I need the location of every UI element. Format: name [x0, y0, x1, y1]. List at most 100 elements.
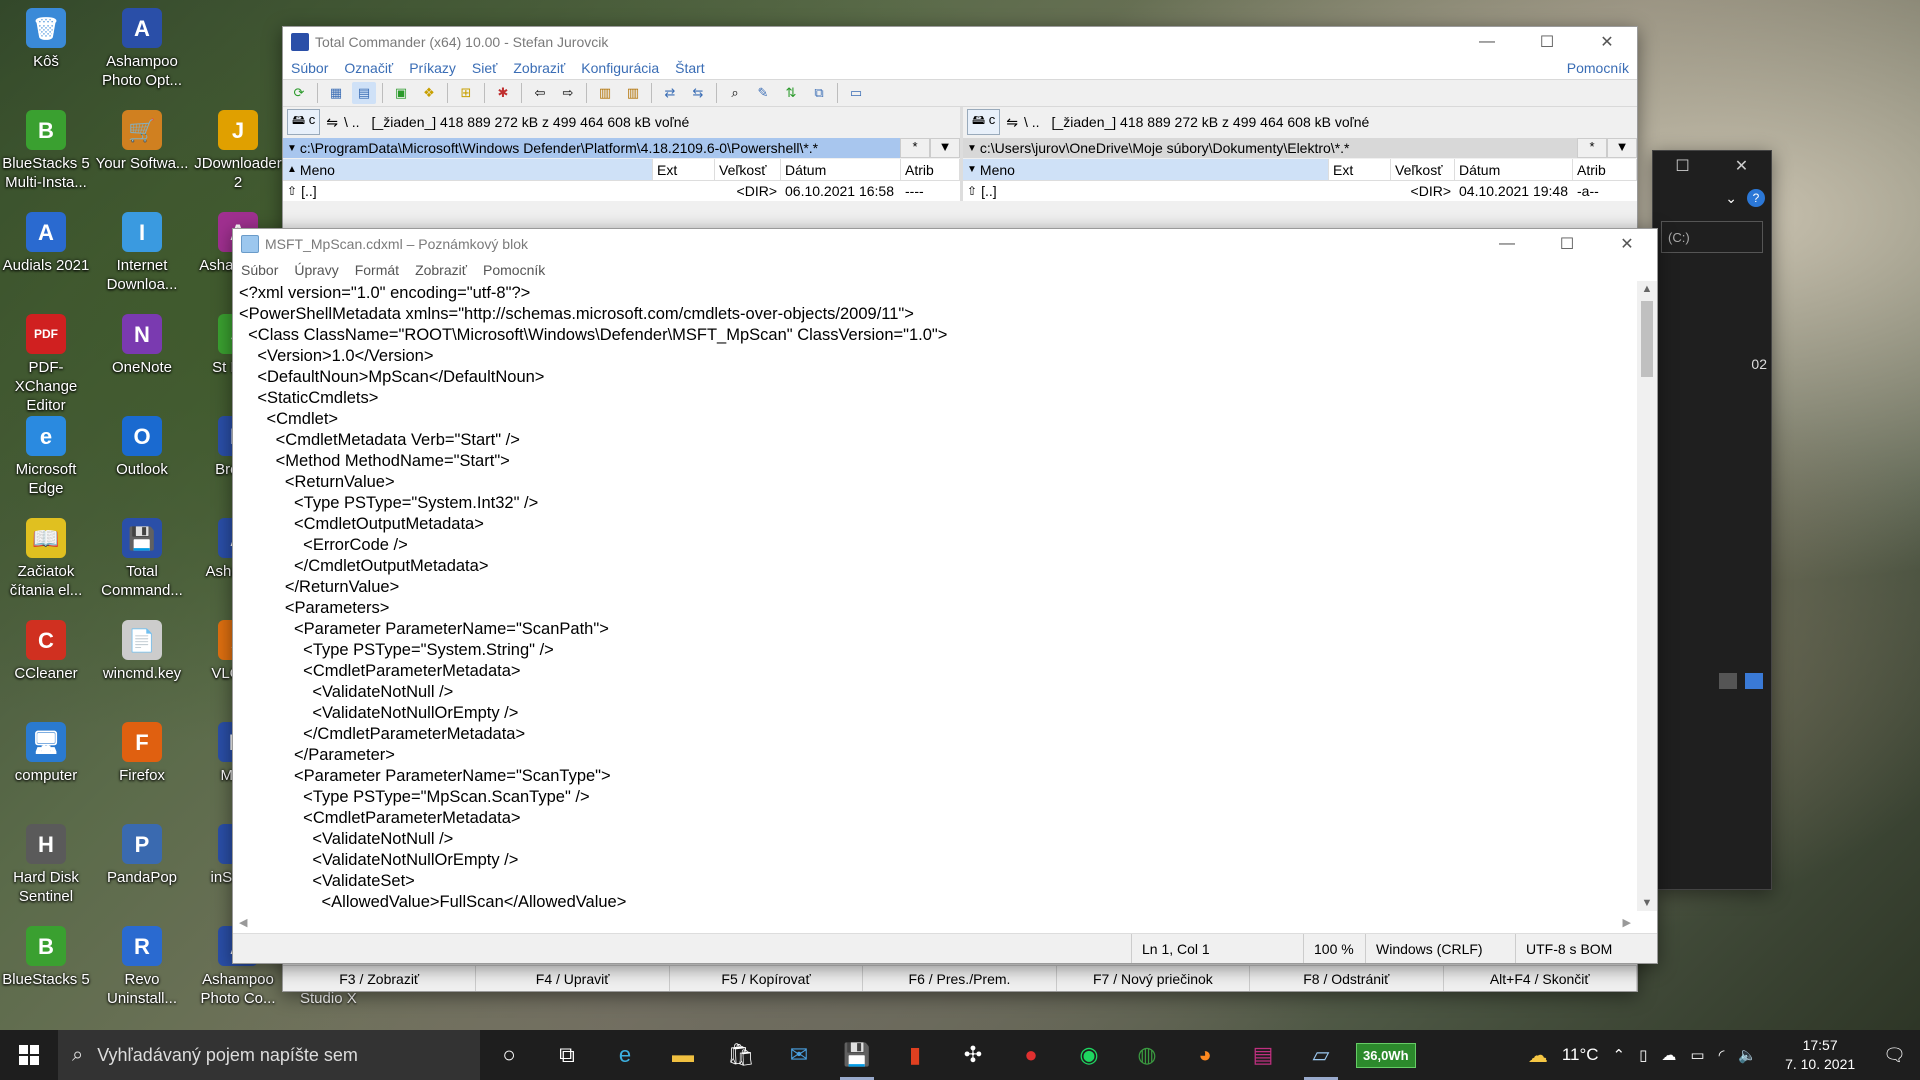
onedrive-icon[interactable]: ☁ [1654, 1046, 1683, 1064]
wifi-icon[interactable]: ◜ [1712, 1046, 1732, 1064]
pack-icon[interactable]: ▥ [593, 82, 617, 104]
right-root[interactable]: \ .. [1024, 114, 1040, 130]
desktop-icon[interactable]: 🛒 Your Softwa... [94, 110, 190, 173]
brief-view-icon[interactable]: ▦ [324, 82, 348, 104]
scroll-up-icon[interactable]: ▲ [1637, 283, 1657, 295]
editor-text[interactable]: <?xml version="1.0" encoding="utf-8"?> <P… [239, 283, 1635, 911]
notification-icon[interactable]: 🗨 [1876, 1045, 1920, 1066]
file-explorer-icon[interactable]: ▬ [654, 1030, 712, 1080]
winrar-icon[interactable]: ▤ [1234, 1030, 1292, 1080]
forward-icon[interactable]: ⇨ [556, 82, 580, 104]
tc-menu-item[interactable]: Označiť [336, 60, 401, 76]
maximize-icon[interactable]: ☐ [1537, 229, 1597, 259]
function-key-button[interactable]: Alt+F4 / Skončiť [1444, 966, 1637, 991]
function-key-button[interactable]: F7 / Nový priečinok [1057, 966, 1251, 991]
right-panel[interactable]: 🖴 c ⇋ \ .. [_žiaden_] 418 889 272 kB z 4… [960, 107, 1637, 201]
volume-icon[interactable]: 🔈 [1731, 1046, 1764, 1064]
notepad-menu-item[interactable]: Zobraziť [407, 262, 475, 278]
chevron-down-icon[interactable]: ▼ [287, 143, 297, 154]
col-date[interactable]: Dátum [781, 159, 901, 180]
notepad-menu-item[interactable]: Úpravy [286, 262, 346, 278]
left-drive-button[interactable]: 🖴 c [287, 109, 321, 135]
horizontal-scrollbar[interactable]: ◀ ▶ [233, 911, 1637, 933]
firefox-icon[interactable]: ◕ [1176, 1030, 1234, 1080]
notepad-icon[interactable]: ▭ [844, 82, 868, 104]
refresh-icon[interactable]: ⟳ [287, 82, 311, 104]
right-filter-button[interactable]: * [1577, 138, 1607, 158]
right-drive-button[interactable]: 🖴 c [967, 109, 1001, 135]
desktop-icon[interactable]: A Ashampoo Photo Opt... [94, 8, 190, 90]
notepad-editor[interactable]: <?xml version="1.0" encoding="utf-8"?> <P… [233, 281, 1657, 911]
thumbnail-icon[interactable]: ▣ [389, 82, 413, 104]
left-filter-button[interactable]: * [900, 138, 930, 158]
desktop-icon[interactable]: 📄 wincmd.key [94, 620, 190, 683]
scroll-left-icon[interactable]: ◀ [239, 916, 247, 929]
search-icon[interactable]: ⌕ [723, 82, 747, 104]
tc-menu-item[interactable]: Štart [667, 60, 713, 76]
details-view-icon[interactable] [1719, 673, 1737, 689]
chevron-up-icon[interactable]: ⌃ [1606, 1046, 1633, 1064]
desktop-icon[interactable]: H Hard Disk Sentinel [0, 824, 94, 906]
back-icon[interactable]: ⇦ [528, 82, 552, 104]
unpack-icon[interactable]: ▥ [621, 82, 645, 104]
notepad-titlebar[interactable]: MSFT_MpScan.cdxml – Poznámkový blok — ☐ … [233, 229, 1657, 259]
spotify-icon[interactable]: ◉ [1060, 1030, 1118, 1080]
tree-icon[interactable]: ❖ [417, 82, 441, 104]
desktop-icon[interactable]: A Audials 2021 [0, 212, 94, 275]
col-attr[interactable]: Atrib [1573, 159, 1637, 180]
maximize-icon[interactable]: ☐ [1653, 156, 1712, 176]
col-size[interactable]: Veľkosť [715, 159, 781, 180]
close-icon[interactable]: ✕ [1712, 156, 1771, 176]
mail-icon[interactable]: ✉ [770, 1030, 828, 1080]
desktop-icon[interactable]: PDF PDF-XChange Editor [0, 314, 94, 415]
compare-icon[interactable]: ⧉ [807, 82, 831, 104]
weather-icon[interactable]: ☁ [1521, 1043, 1555, 1068]
left-panel[interactable]: 🖴 c ⇋ \ .. [_žiaden_] 418 889 272 kB z 4… [283, 107, 960, 201]
desktop-icon[interactable]: F Firefox [94, 722, 190, 785]
function-key-button[interactable]: F8 / Odstrániť [1250, 966, 1444, 991]
function-key-button[interactable]: F4 / Upraviť [476, 966, 670, 991]
scroll-down-icon[interactable]: ▼ [1637, 897, 1657, 909]
minimize-icon[interactable]: — [1457, 27, 1517, 57]
desktop-icon[interactable]: J JDownloader 2 [190, 110, 286, 192]
desktop-icon[interactable]: R Revo Uninstall... [94, 926, 190, 1008]
col-name[interactable]: ▲ Meno [283, 159, 653, 180]
desktop-icon[interactable]: 🗑 Kôš [0, 8, 94, 71]
menu-help[interactable]: Pomocník [1559, 60, 1637, 76]
left-path[interactable]: ▼ c:\ProgramData\Microsoft\Windows Defen… [283, 138, 900, 158]
desktop-icon[interactable]: e Microsoft Edge [0, 416, 94, 498]
function-key-button[interactable]: F3 / Zobraziť [283, 966, 477, 991]
scroll-right-icon[interactable]: ▶ [1623, 916, 1631, 929]
desktop-icon[interactable]: C CCleaner [0, 620, 94, 683]
notepad-window[interactable]: MSFT_MpScan.cdxml – Poznámkový blok — ☐ … [232, 228, 1658, 964]
office-icon[interactable]: ▮ [886, 1030, 944, 1080]
ftp-icon[interactable]: ⇄ [658, 82, 682, 104]
battery-widget[interactable]: 36,0Wh [1356, 1042, 1416, 1068]
desktop-icon[interactable]: O Outlook [94, 416, 190, 479]
weather-temp[interactable]: 11°C [1555, 1045, 1606, 1065]
cortana-icon[interactable]: ○ [480, 1030, 538, 1080]
app-colorful-icon[interactable]: ✣ [944, 1030, 1002, 1080]
col-date[interactable]: Dátum [1455, 159, 1573, 180]
col-name[interactable]: ▼ Meno [963, 159, 1329, 180]
maximize-icon[interactable]: ☐ [1517, 27, 1577, 57]
close-icon[interactable]: ✕ [1597, 229, 1657, 259]
desktop-icon[interactable]: B BlueStacks 5 Multi-Insta... [0, 110, 94, 192]
tc-menu-item[interactable]: Konfigurácia [573, 60, 667, 76]
battery-icon[interactable]: ▭ [1683, 1046, 1711, 1064]
col-size[interactable]: Veľkosť [1391, 159, 1455, 180]
function-key-button[interactable]: F6 / Pres./Prem. [863, 966, 1057, 991]
desktop-icon[interactable]: I Internet Downloa... [94, 212, 190, 294]
sync-icon[interactable]: ⇅ [779, 82, 803, 104]
tc-titlebar[interactable]: Total Commander (x64) 10.00 - Stefan Jur… [283, 27, 1637, 57]
scroll-thumb[interactable] [1641, 301, 1653, 377]
desktop-icon[interactable]: N OneNote [94, 314, 190, 377]
tc-menu-item[interactable]: Súbor [283, 60, 336, 76]
ftp-new-icon[interactable]: ⇆ [686, 82, 710, 104]
tc-menu-item[interactable]: Príkazy [401, 60, 464, 76]
desktop-icon[interactable]: B BlueStacks 5 [0, 926, 94, 989]
desktop-icon[interactable]: 🖥 computer [0, 722, 94, 785]
unselect-icon[interactable]: ✱ [491, 82, 515, 104]
left-root[interactable]: \ .. [344, 114, 360, 130]
notepad-menu-item[interactable]: Súbor [233, 262, 286, 278]
